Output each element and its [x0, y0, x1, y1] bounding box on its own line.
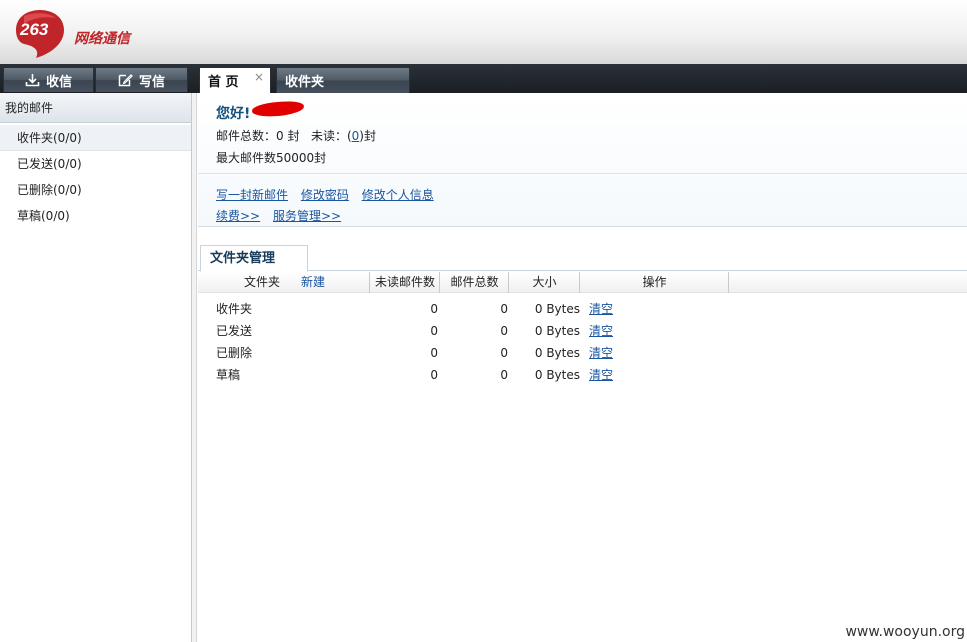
row-size: 0 Bytes	[534, 324, 580, 338]
clear-folder-link[interactable]: 清空	[589, 320, 613, 342]
tab-home[interactable]: 首 页 ×	[199, 67, 271, 93]
sidebar-item-deleted[interactable]: 已删除(0/0)	[0, 177, 191, 203]
edit-profile-link[interactable]: 修改个人信息	[362, 188, 434, 202]
edit-icon	[118, 74, 133, 87]
unread-label: 未读：(	[310, 129, 352, 143]
redacted-username	[251, 100, 305, 118]
row-folder-name: 收件夹	[216, 302, 253, 316]
close-icon[interactable]: ×	[254, 70, 264, 84]
table-row: 已删除 0 0 0 Bytes 清空	[198, 342, 967, 364]
pane-splitter[interactable]	[192, 93, 197, 642]
col-total: 邮件总数	[441, 272, 509, 293]
table-row: 收件夹 0 0 0 Bytes 清空	[198, 298, 967, 320]
quick-links-row2: 续费>> 服务管理>>	[216, 207, 350, 224]
clear-folder-link[interactable]: 清空	[589, 298, 613, 320]
tab-inbox-label: 收件夹	[285, 75, 325, 90]
quick-links-row1: 写一封新邮件 修改密码 修改个人信息	[216, 186, 443, 203]
sidebar-title: 我的邮件	[0, 93, 191, 123]
row-total: 0	[500, 346, 508, 360]
row-total: 0	[500, 324, 508, 338]
mail-count-line: 邮件总数：0 封 未读：(0)封	[216, 127, 376, 144]
col-unread: 未读邮件数	[371, 272, 440, 293]
row-unread: 0	[430, 346, 438, 360]
table-row: 已发送 0 0 0 Bytes 清空	[198, 320, 967, 342]
total-value: 0	[276, 129, 284, 143]
welcome-panel: 您好! 邮件总数：0 封 未读：(0)封 最大邮件数50000封 写一封新邮件 …	[198, 93, 967, 227]
sidebar-item-sent[interactable]: 已发送(0/0)	[0, 151, 191, 177]
sidebar-item-drafts[interactable]: 草稿(0/0)	[0, 203, 191, 229]
sidebar-item-inbox[interactable]: 收件夹(0/0)	[0, 125, 191, 151]
logo-number: 263	[20, 20, 49, 39]
watermark: www.wooyun.org	[845, 624, 965, 640]
compose-label: 写信	[138, 74, 165, 90]
folder-mgmt-tabline	[198, 270, 967, 271]
col-size: 大小	[510, 272, 580, 293]
renew-link[interactable]: 续费>>	[216, 209, 260, 223]
unread-suffix: )封	[359, 129, 376, 143]
tab-folder-management[interactable]: 文件夹管理	[200, 245, 308, 272]
row-unread: 0	[430, 368, 438, 382]
app-header: 263 网络通信	[0, 0, 967, 64]
logo-text: 网络通信	[74, 31, 130, 47]
row-total: 0	[500, 302, 508, 316]
service-link[interactable]: 服务管理>>	[273, 209, 341, 223]
download-icon	[25, 74, 40, 87]
sidebar: 我的邮件 收件夹(0/0) 已发送(0/0) 已删除(0/0) 草稿(0/0)	[0, 93, 192, 642]
col-action: 操作	[581, 272, 729, 293]
receive-mail-button[interactable]: 收信	[3, 67, 94, 92]
compose-link[interactable]: 写一封新邮件	[216, 188, 288, 202]
row-size: 0 Bytes	[534, 368, 580, 382]
tab-home-label: 首 页	[208, 75, 239, 90]
263-logo: 263 网络通信	[14, 8, 144, 60]
receive-label: 收信	[45, 74, 72, 90]
row-folder-name: 已删除	[216, 346, 253, 360]
table-row: 草稿 0 0 0 Bytes 清空	[198, 364, 967, 386]
greeting: 您好!	[216, 106, 251, 122]
tab-inbox[interactable]: 收件夹	[276, 67, 410, 93]
folder-table-header: 文件夹 新建 未读邮件数 邮件总数 大小 操作	[198, 272, 967, 293]
header-folder-cell: 文件夹 新建	[198, 272, 370, 293]
welcome-divider	[198, 173, 967, 174]
total-label: 邮件总数：	[216, 129, 277, 143]
change-password-link[interactable]: 修改密码	[301, 188, 349, 202]
total-unit: 封	[287, 129, 300, 143]
row-size: 0 Bytes	[534, 302, 580, 316]
row-unread: 0	[430, 324, 438, 338]
row-unread: 0	[430, 302, 438, 316]
row-total: 0	[500, 368, 508, 382]
main-tabbar: 收信 写信 首 页 × 收件夹	[0, 64, 967, 93]
clear-folder-link[interactable]: 清空	[589, 364, 613, 386]
compose-mail-button[interactable]: 写信	[95, 67, 188, 92]
col-folder: 文件夹	[244, 275, 281, 289]
clear-folder-link[interactable]: 清空	[589, 342, 613, 364]
row-size: 0 Bytes	[534, 346, 580, 360]
row-folder-name: 草稿	[216, 368, 241, 382]
new-folder-link[interactable]: 新建	[301, 272, 325, 292]
max-mail-info: 最大邮件数50000封	[216, 151, 327, 165]
row-folder-name: 已发送	[216, 324, 253, 338]
